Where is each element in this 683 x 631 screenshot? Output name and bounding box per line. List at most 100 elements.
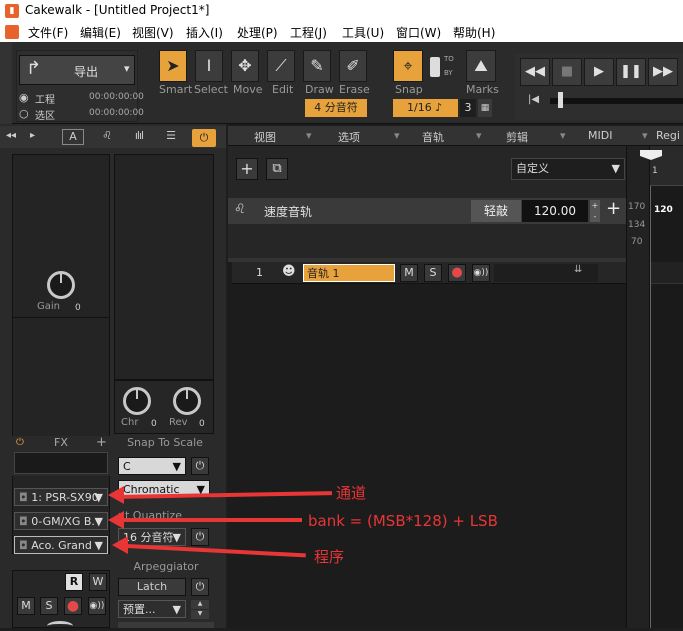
select-tool-icon[interactable]: I (195, 50, 223, 82)
fx-power-icon[interactable]: ⏻ (16, 437, 24, 448)
expand-icon[interactable]: ▸ (30, 130, 35, 141)
record-arm-icon[interactable]: ● (64, 597, 82, 615)
text-a-icon[interactable]: A (62, 129, 84, 145)
track-view-menubar: 视图 ▾ 选项 ▾ 音轨 ▾ 剪辑 ▾ MIDI ▾ Regi (228, 126, 683, 146)
export-button[interactable]: ↱ 导出 ▾ (19, 55, 135, 85)
scale-root-dropdown[interactable]: C ▼ (118, 457, 186, 475)
track-template-dropdown[interactable]: 自定义 ▼ (511, 158, 625, 180)
snap-settings-icon[interactable]: ▦ (478, 99, 492, 117)
track-record-arm-icon[interactable]: ● (448, 264, 466, 282)
track-menu-midi[interactable]: MIDI (588, 129, 612, 142)
track-menu-options[interactable]: 选项 (338, 129, 360, 145)
smart-tool-icon[interactable]: ➤ (159, 50, 187, 82)
duplicate-track-icon[interactable]: ⧉ (266, 158, 288, 180)
power-icon[interactable]: ⏻ (192, 129, 216, 147)
reverb-value: 0 (199, 419, 205, 429)
list-icon[interactable]: ☰ (160, 129, 182, 145)
read-automation-button[interactable]: R (65, 573, 83, 591)
menu-edit[interactable]: 编辑(E) (80, 24, 121, 41)
draw-tool-icon[interactable]: ✎ (303, 50, 331, 82)
channel-dropdown[interactable]: ◘ 1: PSR-SX90 ▼ (14, 488, 108, 506)
menu-help[interactable]: 帮助(H) (453, 24, 495, 41)
chevron-down-icon[interactable]: ▾ (124, 62, 130, 75)
play-icon[interactable]: ▶ (584, 58, 614, 86)
menu-view[interactable]: 视图(V) (132, 24, 174, 41)
go-to-start-icon[interactable]: |◀ (528, 94, 539, 105)
add-track-icon[interactable]: + (236, 158, 258, 180)
input-echo-icon[interactable]: ◉)) (88, 597, 106, 615)
edit-tool-icon[interactable]: ⟋ (267, 50, 295, 82)
position-slider-handle[interactable] (558, 92, 563, 108)
snap-icon[interactable]: ⌖ (393, 50, 423, 82)
add-fx-icon[interactable]: + (96, 435, 107, 450)
track-menu-view[interactable]: 视图 (254, 129, 276, 145)
track-input-echo-icon[interactable]: ◉)) (472, 264, 490, 282)
radio-icon[interactable]: ○ (19, 107, 29, 120)
fx-list[interactable] (14, 452, 108, 474)
arpeggiator-power-icon[interactable]: ⏻ (191, 578, 209, 596)
time-ruler[interactable]: 1 (640, 146, 683, 186)
chevron-down-icon: ▼ (172, 460, 181, 473)
snap-value-dropdown[interactable]: 1/16 ♪ (393, 99, 458, 117)
tempo-input[interactable]: 120.00 (522, 200, 588, 222)
track-name-field[interactable]: 音轨 1 (303, 264, 395, 282)
transport-module: ◀◀ ■ ▶ ❚❚ ▶▶ |◀ (514, 54, 683, 120)
app-menu-icon[interactable] (5, 25, 19, 39)
radio-icon[interactable]: ◉ (19, 91, 29, 104)
menu-file[interactable]: 文件(F) (28, 24, 68, 41)
fast-forward-icon[interactable]: ▶▶ (648, 58, 678, 86)
erase-tool-icon[interactable]: ✐ (339, 50, 367, 82)
menu-tools[interactable]: 工具(U) (342, 24, 384, 41)
track-menu-region[interactable]: Regi (656, 129, 680, 142)
pause-icon[interactable]: ❚❚ (616, 58, 646, 86)
track-menu-track[interactable]: 音轨 (422, 129, 444, 145)
tempo-down-icon[interactable]: - (590, 211, 600, 222)
channel-annotation: 通道 (336, 484, 367, 502)
tempo-min-label: 70 (631, 237, 643, 247)
add-tempo-icon[interactable]: + (606, 198, 621, 219)
scale-power-icon[interactable]: ⏻ (191, 457, 209, 475)
stop-icon[interactable]: ■ (552, 58, 582, 86)
track-solo-button[interactable]: S (424, 264, 442, 282)
chorus-knob[interactable] (123, 387, 151, 415)
solo-button[interactable]: S (40, 597, 58, 615)
tempo-lane[interactable]: 120 (650, 198, 683, 224)
track-row[interactable]: 1 ☻ 音轨 1 M S ● ◉)) ⇊ (232, 262, 626, 284)
collapse-icon[interactable]: ◂◂ (6, 130, 16, 141)
track-mute-button[interactable]: M (400, 264, 418, 282)
volume-knob[interactable] (47, 621, 73, 631)
menu-window[interactable]: 窗口(W) (396, 24, 441, 41)
marks-icon[interactable]: ⛰ (466, 50, 496, 82)
program-dropdown[interactable]: ◘ Aco. Grand ▼ (14, 536, 108, 554)
preset-up-icon[interactable]: ▲ (191, 600, 209, 609)
move-tool-icon[interactable]: ✥ (231, 50, 259, 82)
snap-toggle[interactable] (430, 57, 440, 77)
rewind-icon[interactable]: ◀◀ (520, 58, 550, 86)
menu-project[interactable]: 工程(J) (290, 24, 327, 41)
write-automation-button[interactable]: W (89, 573, 107, 591)
chevron-down-icon: ▼ (172, 603, 181, 616)
bank-dropdown[interactable]: ◘ 0-GM/XG B. ▼ (14, 512, 108, 530)
quantize-dropdown[interactable]: 4 分音符 (305, 99, 367, 117)
waveform-icon[interactable]: ılıl (128, 129, 150, 145)
preset-down-icon[interactable]: ▼ (191, 610, 209, 619)
menu-process[interactable]: 处理(P) (237, 24, 278, 41)
reverb-knob[interactable] (173, 387, 201, 415)
snap-number[interactable]: 3 (460, 99, 476, 117)
tap-tempo-button[interactable]: 轻敲 (471, 200, 521, 222)
track-menu-clip[interactable]: 剪辑 (506, 129, 528, 145)
expand-track-icon[interactable]: ⇊ (574, 264, 582, 275)
mute-button[interactable]: M (17, 597, 35, 615)
position-slider[interactable] (550, 98, 683, 104)
clips-pane: 1 120 (640, 146, 683, 628)
latch-button[interactable]: Latch (118, 578, 186, 596)
tempo-track-name: 速度音轨 (264, 205, 313, 219)
tempo-up-icon[interactable]: + (590, 200, 600, 211)
input-quantize-power-icon[interactable]: ⏻ (191, 528, 209, 546)
arp-extra-control[interactable] (118, 622, 214, 628)
gain-knob[interactable] (47, 271, 75, 299)
track-clip-lane[interactable] (650, 262, 683, 284)
arp-preset-dropdown[interactable]: 预置... ▼ (118, 600, 186, 618)
clip-icon[interactable]: ♌ (96, 129, 118, 145)
menu-insert[interactable]: 插入(I) (186, 24, 223, 41)
